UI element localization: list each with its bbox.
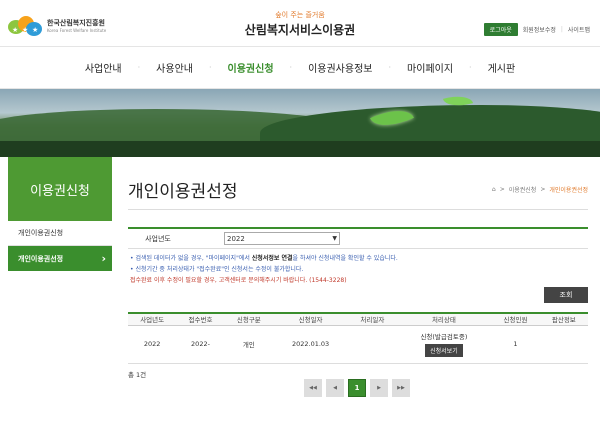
forest-banner-image xyxy=(0,89,600,157)
chevron-right-icon: › xyxy=(101,252,106,265)
sitemap-link[interactable]: 사이트맵 xyxy=(568,25,590,34)
result-table: 사업년도 접수번호 신청구분 신청일자 처리일자 처리상태 신청인원 팝산정보 … xyxy=(128,312,588,364)
notice-text: • 검색된 데이터가 없을 경우, "마이페이지"에서 신청서정보 연결을 하셔… xyxy=(130,253,398,286)
chevron-down-icon: ▼ xyxy=(332,235,337,242)
next-page-icon[interactable]: ▶ xyxy=(370,379,388,397)
main-content: 이용권신청 개인이용권신청 개인이용권선정 › 개인이용권선정 ⌂ > 이용권신… xyxy=(0,157,600,427)
total-count: 총 1건 xyxy=(128,371,147,379)
column-header: 접수번호 xyxy=(176,312,225,326)
nav-item-voucher-usage[interactable]: 이용권사용정보 xyxy=(292,60,388,75)
breadcrumb-item[interactable]: 이용권신청 xyxy=(509,185,537,194)
breadcrumb-current: 개인이용권선정 xyxy=(549,187,588,194)
nav-item-board[interactable]: 게시판 xyxy=(472,60,532,75)
year-select-value: 2022 xyxy=(227,234,245,243)
column-header: 처리일자 xyxy=(348,312,397,326)
cell-count: 1 xyxy=(491,325,540,364)
page-number[interactable]: 1 xyxy=(348,379,366,397)
util-divider: | xyxy=(560,26,563,33)
breadcrumb: ⌂ > 이용권신청 > 개인이용권선정 xyxy=(492,185,588,194)
side-nav-item-personal-apply[interactable]: 개인이용권신청 xyxy=(8,221,112,246)
util-menu: 로그아웃 회원정보수정 | 사이트맵 xyxy=(483,23,590,36)
side-nav-item-label: 개인이용권신청 xyxy=(18,229,64,237)
last-page-icon[interactable]: ▶▶ xyxy=(392,379,410,397)
search-filter: 사업년도 2022 ▼ xyxy=(128,227,588,249)
site-header: ★ ★ ★ 한국산림복지진흥원 Korea Forest Welfare Insti… xyxy=(0,0,600,46)
cell-extra xyxy=(539,325,588,364)
logout-button[interactable]: 로그아웃 xyxy=(483,23,518,36)
notice-line-3: 접수완료 이후 수정이 필요할 경우, 고객센터로 문의해주시기 바랍니다. (… xyxy=(130,277,347,284)
prev-page-icon[interactable]: ◀ xyxy=(326,379,344,397)
breadcrumb-separator: > xyxy=(499,186,505,193)
nav-item-usage-guide[interactable]: 사용안내 xyxy=(140,60,209,75)
notice-line-1: • 검색된 데이터가 없을 경우, "마이페이지"에서 신청서정보 연결을 하셔… xyxy=(130,255,398,262)
cell-process-date xyxy=(348,325,397,364)
column-header: 처리상태 xyxy=(396,312,492,326)
first-page-icon[interactable]: ◀◀ xyxy=(304,379,322,397)
cell-type: 개인 xyxy=(224,325,273,364)
column-header: 신청일자 xyxy=(272,312,349,326)
column-header: 팝산정보 xyxy=(539,312,588,326)
notice-line-2: • 신청기간 중 처리상태가 "접수완료"인 신청서는 수정이 불가합니다. xyxy=(130,266,304,273)
home-icon[interactable]: ⌂ xyxy=(492,186,496,193)
table-row: 2022 2022- 개인 2022.01.03 신청(발급검토중) 신청서보기… xyxy=(128,325,588,364)
status-text: 신청(발급검토중) xyxy=(420,333,468,341)
title-divider xyxy=(128,209,588,210)
breadcrumb-separator: > xyxy=(540,186,546,193)
cell-receipt-no: 2022- xyxy=(176,325,225,364)
member-info-link[interactable]: 회원정보수정 xyxy=(523,25,556,34)
page-title: 개인이용권선정 xyxy=(128,182,238,202)
view-application-button[interactable]: 신청서보기 xyxy=(425,344,463,357)
nav-item-voucher-apply[interactable]: 이용권신청 xyxy=(212,60,290,75)
column-header: 사업년도 xyxy=(128,312,177,326)
table-header-row: 사업년도 접수번호 신청구분 신청일자 처리일자 처리상태 신청인원 팝산정보 xyxy=(128,312,588,326)
nav-item-mypage[interactable]: 마이페이지 xyxy=(391,60,469,75)
nav-item-business-info[interactable]: 사업안내 xyxy=(69,60,138,75)
side-nav-item-personal-selection[interactable]: 개인이용권선정 › xyxy=(8,246,112,271)
column-header: 신청인원 xyxy=(491,312,540,326)
site-tagline: 숲이 주는 즐거움 xyxy=(275,11,325,19)
side-nav-title: 이용권신청 xyxy=(8,157,112,221)
main-nav: 사업안내 · 사용안내 · 이용권신청 · 이용권사용정보 · 마이페이지 · … xyxy=(0,46,600,89)
side-nav: 이용권신청 개인이용권신청 개인이용권선정 › xyxy=(8,157,112,271)
side-nav-item-label: 개인이용권선정 xyxy=(18,254,64,263)
pagination: ◀◀ ◀ 1 ▶ ▶▶ xyxy=(304,379,410,397)
cell-year: 2022 xyxy=(128,325,177,364)
year-filter-label: 사업년도 xyxy=(145,234,171,243)
cell-status: 신청(발급검토중) 신청서보기 xyxy=(396,325,492,364)
cell-apply-date: 2022.01.03 xyxy=(272,325,349,364)
column-header: 신청구분 xyxy=(224,312,273,326)
year-select[interactable]: 2022 ▼ xyxy=(224,232,340,245)
search-button[interactable]: 조회 xyxy=(544,287,588,303)
